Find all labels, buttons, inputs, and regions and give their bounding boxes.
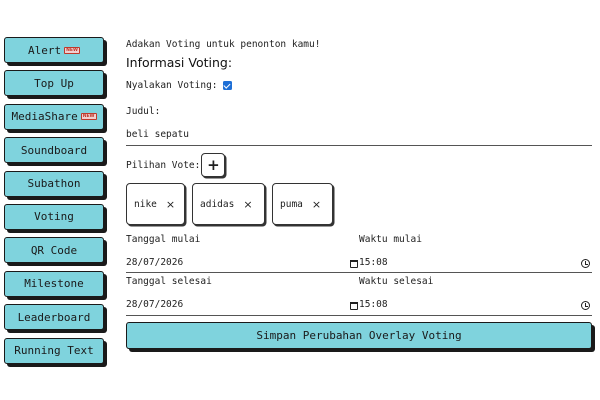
vote-option-chip: puma ×	[272, 183, 333, 225]
enable-voting-row: Nyalakan Voting:	[126, 80, 232, 91]
sidebar-item-milestone[interactable]: Milestone	[4, 270, 104, 297]
new-badge: NEW	[80, 113, 97, 121]
voting-form: Adakan Voting untuk penonton kamu! Infor…	[126, 0, 594, 400]
clock-icon[interactable]	[581, 301, 590, 310]
close-icon[interactable]: ×	[243, 198, 252, 211]
save-button[interactable]: Simpan Perubahan Overlay Voting	[126, 322, 592, 349]
save-button-label: Simpan Perubahan Overlay Voting	[256, 329, 462, 342]
sidebar-item-running-text[interactable]: Running Text	[4, 337, 104, 364]
title-label: Judul:	[126, 106, 161, 117]
sidebar-item-subathon[interactable]: Subathon	[4, 170, 104, 197]
sidebar-item-label: Running Text	[14, 344, 94, 358]
start-time-label: Waktu mulai	[359, 234, 422, 245]
calendar-icon[interactable]	[349, 301, 359, 310]
plus-icon: +	[207, 155, 220, 174]
sidebar-item-label: Voting	[34, 210, 74, 224]
end-date-label: Tanggal selesai	[126, 276, 212, 287]
sidebar-item-label: QR Code	[30, 243, 78, 257]
sidebar-item-qr-code[interactable]: QR Code	[4, 237, 104, 264]
page-title: Informasi Voting:	[126, 55, 233, 70]
sidebar-item-mediashare[interactable]: MediaShare NEW	[4, 103, 104, 130]
vote-option-chip: adidas ×	[192, 183, 265, 225]
sidebar-item-top-up[interactable]: Top Up	[4, 70, 104, 97]
clock-icon[interactable]	[581, 259, 590, 268]
sidebar-item-voting[interactable]: Voting	[4, 203, 104, 230]
start-datetime-underline	[126, 272, 592, 273]
vote-option-label: adidas	[200, 198, 235, 210]
enable-voting-checkbox[interactable]	[222, 81, 232, 90]
vote-option-chip: nike ×	[126, 183, 185, 225]
vote-options-row: Pilihan Vote: +	[126, 153, 226, 177]
sidebar-item-label: Leaderboard	[17, 310, 91, 324]
vote-options-list: nike × adidas × puma ×	[126, 183, 340, 225]
start-date-label: Tanggal mulai	[126, 234, 201, 245]
enable-voting-label: Nyalakan Voting:	[126, 80, 218, 91]
end-time-label: Waktu selesai	[359, 276, 434, 287]
sidebar-item-leaderboard[interactable]: Leaderboard	[4, 304, 104, 331]
vote-option-label: puma	[280, 198, 303, 210]
calendar-icon[interactable]	[349, 259, 359, 268]
end-date-input[interactable]: 28/07/2026	[126, 299, 183, 310]
title-input[interactable]: beli sepatu	[126, 129, 189, 140]
title-input-underline	[126, 145, 592, 146]
intro-text: Adakan Voting untuk penonton kamu!	[126, 39, 321, 50]
sidebar-item-label: Soundboard	[20, 143, 88, 157]
sidebar-item-label: Milestone	[24, 277, 84, 291]
vote-option-label: nike	[134, 198, 157, 210]
sidebar-item-label: Alert	[28, 43, 62, 57]
sidebar-item-soundboard[interactable]: Soundboard	[4, 137, 104, 164]
close-icon[interactable]: ×	[166, 198, 175, 211]
start-date-input[interactable]: 28/07/2026	[126, 257, 183, 268]
new-badge: NEW	[64, 46, 80, 54]
close-icon[interactable]: ×	[312, 198, 321, 211]
sidebar-item-label: Subathon	[27, 177, 81, 191]
sidebar: Alert NEW Top Up MediaShare NEW Soundboa…	[4, 37, 107, 371]
start-time-input[interactable]: 15:08	[359, 257, 388, 268]
sidebar-item-label: Top Up	[34, 76, 74, 90]
add-option-button[interactable]: +	[201, 153, 226, 177]
sidebar-item-label: MediaShare	[11, 110, 78, 124]
sidebar-item-alert[interactable]: Alert NEW	[4, 37, 104, 63]
vote-options-label: Pilihan Vote:	[126, 159, 201, 171]
end-time-input[interactable]: 15:08	[359, 299, 388, 310]
end-datetime-underline	[126, 315, 592, 316]
